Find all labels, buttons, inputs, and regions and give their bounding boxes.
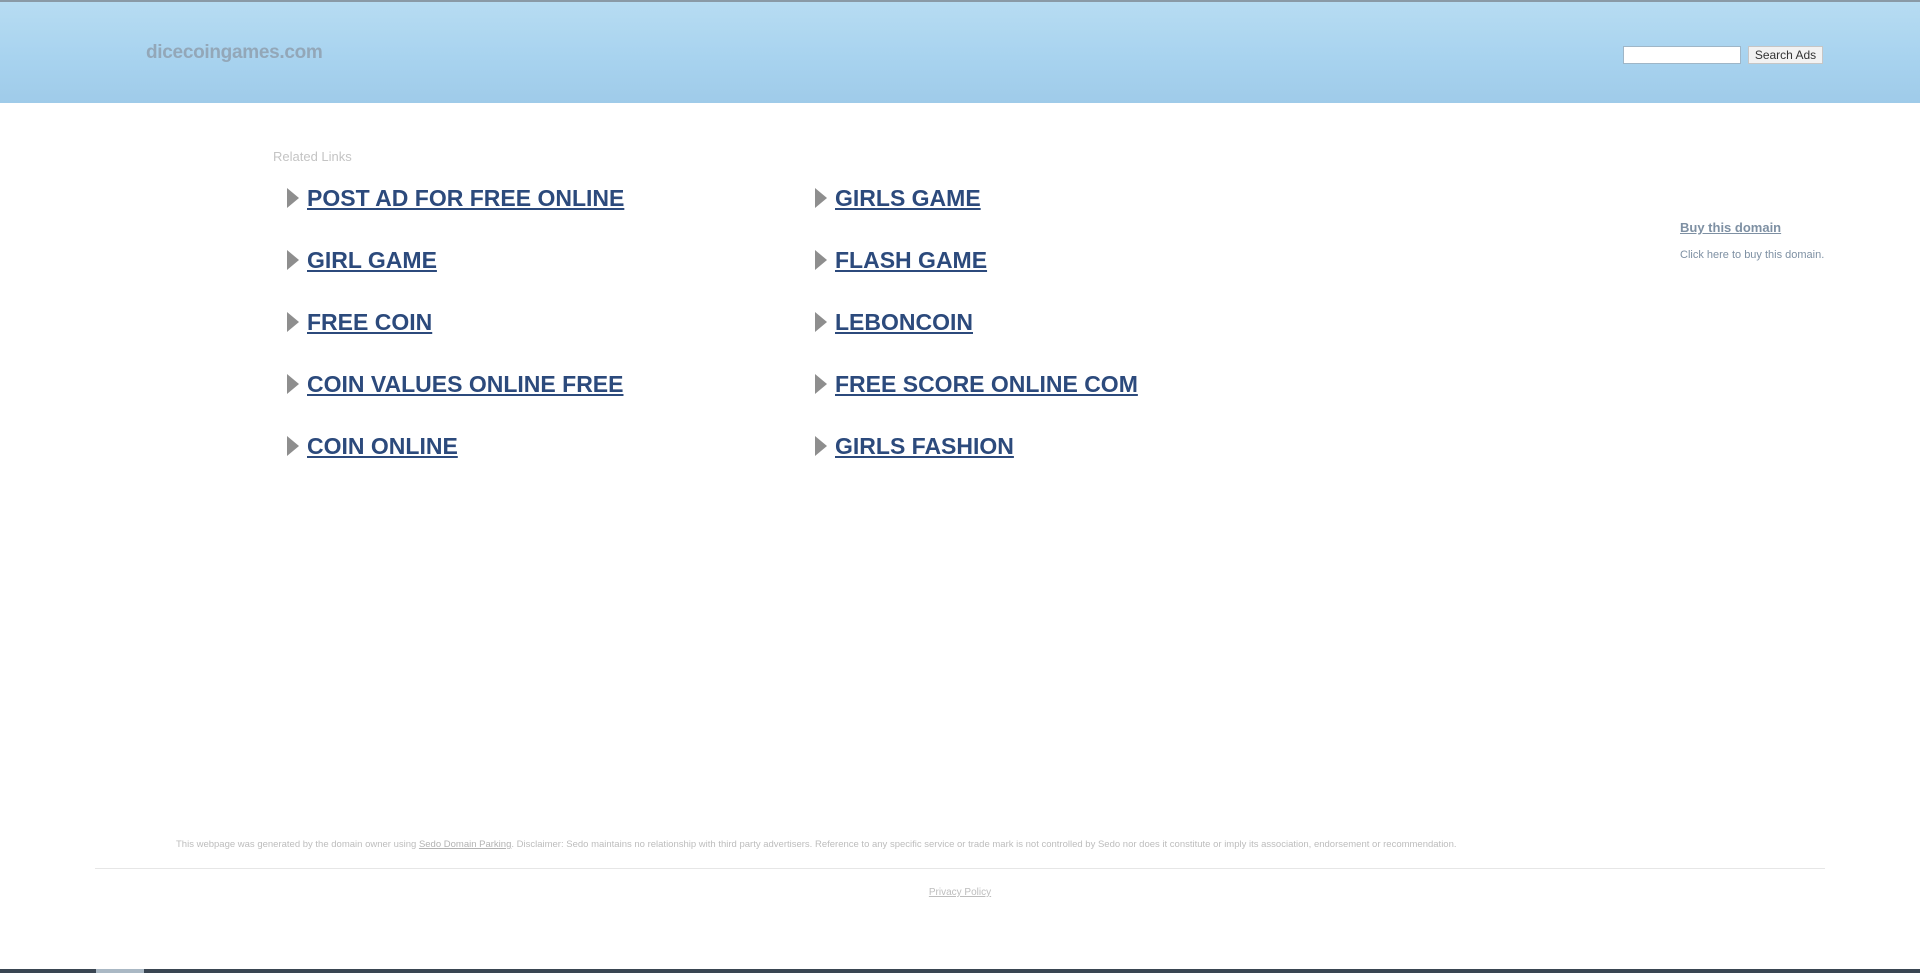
disclaimer-prefix: This webpage was generated by the domain… bbox=[176, 839, 419, 850]
related-link[interactable]: GIRLS GAME bbox=[800, 183, 981, 213]
related-link[interactable]: LEBONCOIN bbox=[800, 307, 973, 337]
related-link-text[interactable]: COIN ONLINE bbox=[307, 433, 458, 460]
related-link-text[interactable]: POST AD FOR FREE ONLINE bbox=[307, 185, 624, 212]
related-link-text[interactable]: FREE COIN bbox=[307, 309, 432, 336]
related-link[interactable]: FLASH GAME bbox=[800, 245, 987, 275]
search-input[interactable] bbox=[1623, 46, 1741, 64]
arrow-right-icon bbox=[287, 312, 299, 332]
arrow-right-icon bbox=[287, 188, 299, 208]
related-link[interactable]: COIN ONLINE bbox=[272, 431, 458, 461]
related-link[interactable]: GIRLS FASHION bbox=[800, 431, 1014, 461]
search-ads-button[interactable]: Search Ads bbox=[1748, 46, 1823, 64]
related-link-text[interactable]: GIRLS FASHION bbox=[835, 433, 1014, 460]
buy-domain-link[interactable]: Buy this domain bbox=[1680, 220, 1781, 235]
related-link[interactable]: GIRL GAME bbox=[272, 245, 437, 275]
arrow-right-icon bbox=[815, 436, 827, 456]
disclaimer-text: This webpage was generated by the domain… bbox=[176, 839, 1736, 850]
related-link[interactable]: COIN VALUES ONLINE FREE bbox=[272, 369, 624, 399]
arrow-right-icon bbox=[287, 436, 299, 456]
arrow-right-icon bbox=[815, 188, 827, 208]
disclaimer-suffix: . Disclaimer: Sedo maintains no relation… bbox=[511, 839, 1457, 850]
sedo-parking-link[interactable]: Sedo Domain Parking bbox=[419, 839, 511, 850]
arrow-right-icon bbox=[815, 250, 827, 270]
bottom-bar-accent bbox=[96, 969, 144, 973]
arrow-right-icon bbox=[815, 374, 827, 394]
related-link-text[interactable]: LEBONCOIN bbox=[835, 309, 973, 336]
related-link[interactable]: FREE SCORE ONLINE COM bbox=[800, 369, 1138, 399]
header-bar: dicecoingames.com Search Ads bbox=[0, 2, 1920, 103]
buy-domain-subtext: Click here to buy this domain. bbox=[1680, 249, 1825, 261]
related-link[interactable]: FREE COIN bbox=[272, 307, 432, 337]
arrow-right-icon bbox=[815, 312, 827, 332]
arrow-right-icon bbox=[287, 374, 299, 394]
related-link-text[interactable]: FREE SCORE ONLINE COM bbox=[835, 371, 1138, 398]
arrow-right-icon bbox=[287, 250, 299, 270]
related-link-text[interactable]: COIN VALUES ONLINE FREE bbox=[307, 371, 624, 398]
site-title: dicecoingames.com bbox=[146, 42, 323, 63]
privacy-policy-link[interactable]: Privacy Policy bbox=[0, 887, 1920, 898]
footer-divider bbox=[95, 868, 1825, 869]
related-link-text[interactable]: GIRL GAME bbox=[307, 247, 437, 274]
related-links-heading: Related Links bbox=[273, 149, 352, 164]
bottom-bar bbox=[0, 969, 1920, 973]
related-link-text[interactable]: GIRLS GAME bbox=[835, 185, 981, 212]
related-link[interactable]: POST AD FOR FREE ONLINE bbox=[272, 183, 624, 213]
related-link-text[interactable]: FLASH GAME bbox=[835, 247, 987, 274]
